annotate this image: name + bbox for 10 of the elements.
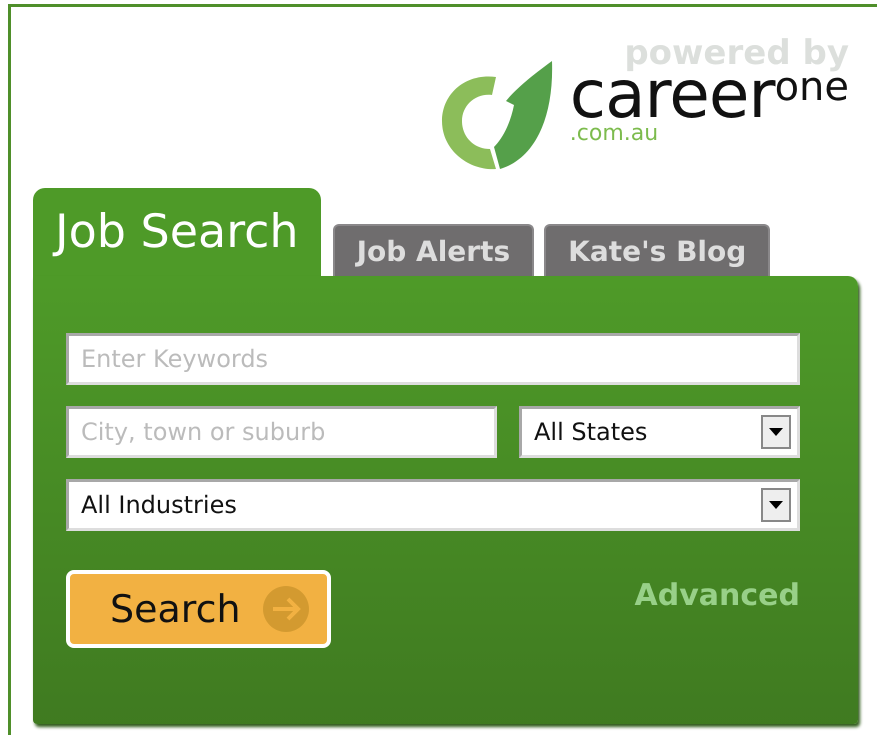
industry-dropdown[interactable]: All Industries bbox=[66, 479, 800, 531]
tab[interactable]: Job Search bbox=[33, 188, 321, 276]
tab[interactable]: Kate's Blog bbox=[544, 224, 770, 276]
advanced-search-link[interactable]: Advanced bbox=[634, 578, 800, 613]
search-button[interactable]: Search bbox=[66, 570, 331, 648]
location-field[interactable]: City, town or suburb bbox=[66, 406, 497, 458]
tab[interactable]: Job Alerts bbox=[332, 224, 534, 276]
state-dropdown[interactable]: All States bbox=[519, 406, 800, 458]
logo-suffix: one bbox=[774, 64, 849, 110]
keywords-field[interactable]: Enter Keywords bbox=[66, 333, 800, 385]
